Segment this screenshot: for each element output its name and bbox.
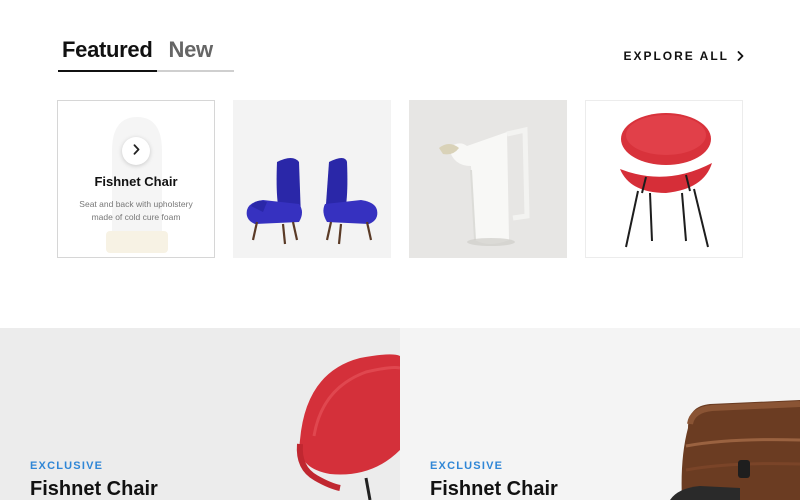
card-title: Fishnet Chair: [94, 174, 178, 189]
banner-eyebrow: EXCLUSIVE: [30, 460, 104, 472]
promo-banner-right[interactable]: EXCLUSIVE Fishnet Chair: [400, 328, 800, 500]
explore-all-label: EXPLORE ALL: [623, 49, 729, 63]
card-description: Seat and back with upholstery made of co…: [79, 199, 193, 222]
product-card-red-chair[interactable]: [585, 100, 743, 258]
product-tabs: Featured New: [58, 36, 234, 72]
tab-new[interactable]: New: [169, 36, 214, 70]
product-card-pitcher[interactable]: [409, 100, 567, 258]
product-card-blue-chairs[interactable]: [233, 100, 391, 258]
banner-title: Fishnet Chair: [30, 478, 158, 500]
chevron-right-icon: [737, 51, 744, 61]
red-shell-chair-image: [586, 101, 742, 257]
ceramic-pitcher-image: [409, 100, 567, 258]
explore-all-link[interactable]: EXPLORE ALL: [623, 49, 744, 63]
chevron-right-icon: [133, 142, 140, 160]
lounge-chair-banner-image: [400, 328, 800, 500]
red-chair-banner-image: [0, 328, 400, 500]
blue-chairs-image: [233, 100, 391, 258]
tab-featured[interactable]: Featured: [58, 36, 157, 72]
banner-eyebrow: EXCLUSIVE: [430, 460, 504, 472]
view-product-button[interactable]: [122, 137, 150, 165]
promo-banner-left[interactable]: EXCLUSIVE Fishnet Chair: [0, 328, 400, 500]
product-card-featured[interactable]: Fishnet Chair Seat and back with upholst…: [57, 100, 215, 258]
banner-title: Fishnet Chair: [430, 478, 558, 500]
